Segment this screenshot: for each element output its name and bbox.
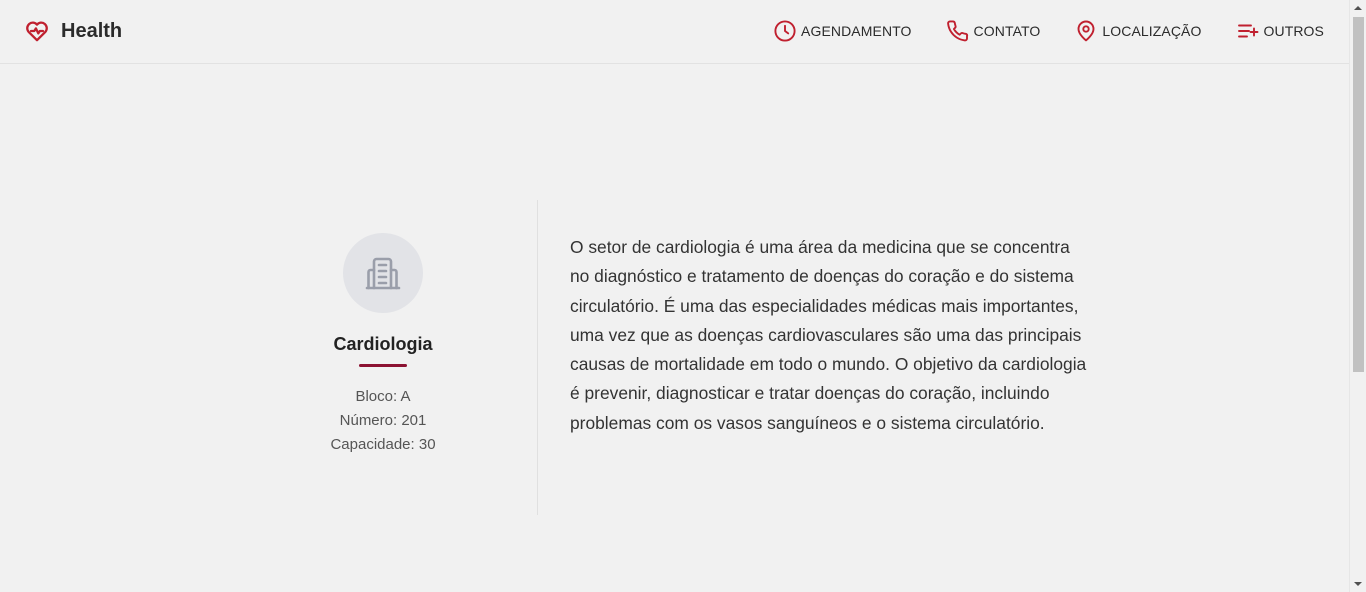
nav-item-outros[interactable]: OUTROS xyxy=(1236,19,1325,43)
room-summary: Cardiologia Bloco: A Número: 201 Capacid… xyxy=(228,233,538,457)
map-pin-icon xyxy=(1077,20,1095,42)
room-details: Bloco: A Número: 201 Capacidade: 30 xyxy=(228,385,538,457)
heart-pulse-icon xyxy=(26,21,48,42)
nav-label-localizacao: LOCALIZAÇÃO xyxy=(1102,23,1202,39)
room-description: O setor de cardiologia é uma área da med… xyxy=(570,237,1087,433)
scroll-down-arrow-icon[interactable] xyxy=(1354,582,1362,586)
scroll-thumb[interactable] xyxy=(1353,17,1364,372)
nav-label-agendamento: AGENDAMENTO xyxy=(801,23,912,39)
vertical-divider xyxy=(537,200,538,515)
list-plus-icon xyxy=(1237,24,1258,38)
nav-item-localizacao[interactable]: LOCALIZAÇÃO xyxy=(1074,19,1201,43)
room-capacity: Capacidade: 30 xyxy=(330,436,436,453)
room-icon-circle xyxy=(343,233,423,313)
brand-link[interactable]: Health xyxy=(24,18,122,44)
building-icon xyxy=(365,257,401,290)
page: Health AGENDAMENTO CONTATO LOCALIZAÇÃO O… xyxy=(0,0,1349,592)
navbar: Health AGENDAMENTO CONTATO LOCALIZAÇÃO O… xyxy=(0,0,1349,64)
nav-item-contato[interactable]: CONTATO xyxy=(946,19,1041,43)
room-number: Número: 201 xyxy=(339,412,427,429)
main-nav: AGENDAMENTO CONTATO LOCALIZAÇÃO OUTROS xyxy=(739,19,1324,43)
room-title: Cardiologia xyxy=(333,334,433,354)
title-underline xyxy=(359,364,407,367)
nav-item-agendamento[interactable]: AGENDAMENTO xyxy=(773,19,912,43)
nav-label-outros: OUTROS xyxy=(1263,23,1324,39)
vertical-scrollbar[interactable] xyxy=(1349,0,1366,592)
nav-label-contato: CONTATO xyxy=(973,23,1041,39)
phone-icon xyxy=(946,20,968,42)
clock-icon xyxy=(774,20,796,42)
scroll-up-arrow-icon[interactable] xyxy=(1354,6,1362,10)
room-block: Bloco: A xyxy=(355,388,411,405)
brand-name: Health xyxy=(61,20,123,42)
